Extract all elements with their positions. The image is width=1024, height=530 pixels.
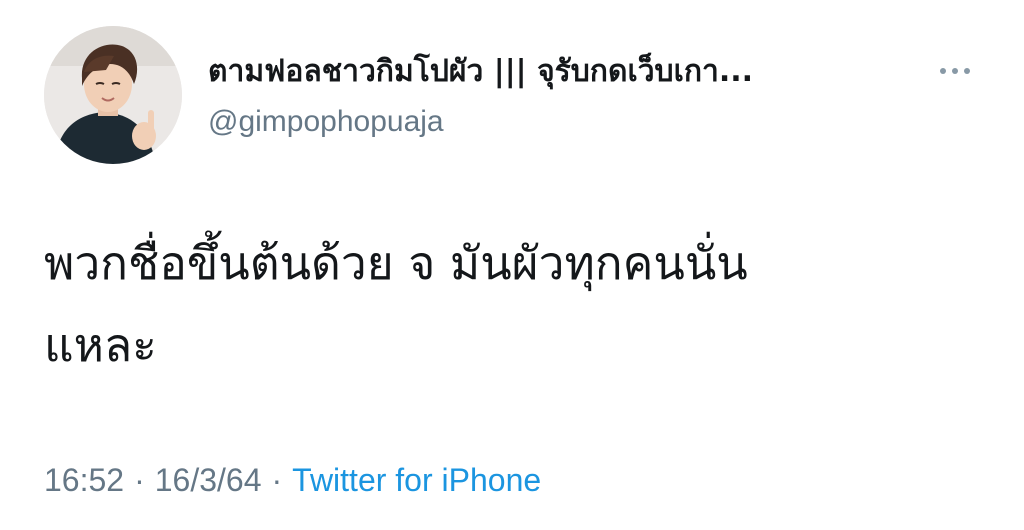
meta-separator: ·: [271, 462, 283, 498]
avatar[interactable]: [44, 26, 182, 164]
tweet-date[interactable]: 16/3/64: [155, 462, 262, 498]
tweet-source-link[interactable]: Twitter for iPhone: [292, 462, 541, 498]
author-display-name[interactable]: ตามฟอลชาวกิมโปผัว ||| จุรับกดเว็บเกา...: [208, 52, 908, 92]
tweet-text-line: แหละ: [44, 318, 157, 372]
more-options-button[interactable]: [930, 54, 980, 88]
tweet-card: ตามฟอลชาวกิมโปผัว ||| จุรับกดเว็บเกา... …: [0, 0, 1024, 530]
avatar-photo: [44, 26, 182, 164]
tweet-text-line: พวกชื่อขึ้นต้นด้วย จ มันผัวทุกคนนั่น: [44, 236, 748, 290]
more-horizontal-icon: [940, 68, 946, 74]
more-horizontal-icon-dot: [952, 68, 958, 74]
tweet-meta: 16:52 · 16/3/64 · Twitter for iPhone: [44, 456, 541, 504]
meta-separator: ·: [134, 462, 145, 498]
tweet-text: พวกชื่อขึ้นต้นด้วย จ มันผัวทุกคนนั่น แหล…: [44, 222, 964, 386]
more-horizontal-icon-dot: [964, 68, 970, 74]
tweet-time[interactable]: 16:52: [44, 462, 124, 498]
author-handle[interactable]: @gimpophopuaja: [208, 102, 444, 142]
